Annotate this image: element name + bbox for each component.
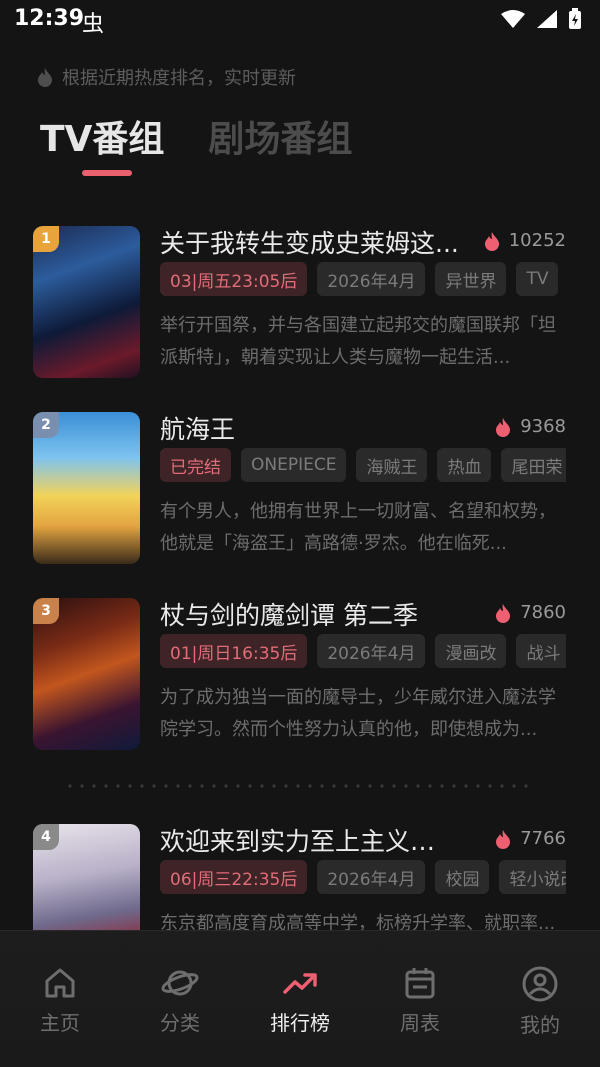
hint-text: 根据近期热度排名，实时更新: [62, 68, 296, 89]
tag: 校园: [435, 860, 490, 894]
rank-badge: 3: [33, 598, 59, 624]
anime-description: 举行开国祭，并与各国建立起邦交的魔国联邦「坦派斯特」，朝着实现让人类与魔物一起生…: [160, 315, 556, 368]
anime-description: 有个男人，他拥有世界上一切财富、名望和权势，他就是「海盗王」高路德·罗杰。他在临…: [160, 501, 556, 554]
tag: ONEPIECE: [241, 448, 347, 482]
heat-score: 10252: [483, 230, 566, 251]
nav-label: 排行榜: [270, 1011, 330, 1035]
status-badge: 01|周日16:35后: [160, 634, 308, 668]
tag: 异世界: [435, 262, 507, 296]
flame-icon: [484, 231, 499, 251]
nav-label: 主页: [40, 1011, 80, 1035]
status-bar: 12:39 虫: [0, 0, 600, 44]
tag: 轻小说改: [499, 860, 566, 894]
anime-cover[interactable]: 4: [33, 824, 140, 930]
status-badge: 06|周三22:35后: [160, 860, 308, 894]
anime-cover[interactable]: 2: [33, 412, 140, 564]
tab-tv[interactable]: TV番组: [40, 110, 164, 162]
heat-score: 7860: [494, 602, 566, 623]
flame-icon: [38, 68, 52, 87]
battery-icon: [569, 8, 581, 29]
tag-row: 06|周三22:35后 2026年4月 校园 轻小说改: [160, 860, 566, 894]
anime-title: 杖与剑的魔剑谭 第二季: [160, 601, 418, 630]
anime-cover[interactable]: 3: [33, 598, 140, 750]
tag: 2026年4月: [317, 860, 426, 894]
list-item[interactable]: 3 杖与剑的魔剑谭 第二季 7860 01|周日16:35后 2026年4月 漫…: [0, 592, 600, 752]
anime-title: 航海王: [160, 415, 236, 444]
trending-icon: [283, 973, 317, 994]
list-item[interactable]: 4 欢迎来到实力至上主义教室... 7766 06|周三22:35后 2026年…: [0, 818, 600, 930]
heat-value: 7766: [520, 828, 566, 849]
nav-ranking[interactable]: 排行榜: [240, 931, 360, 1067]
list-item[interactable]: 2 航海王 9368 已完结 ONEPIECE 海贼王 热血 尾田荣 有个男人，…: [0, 406, 600, 566]
tag: 海贼王: [356, 448, 428, 482]
category-tabs: TV番组 剧场番组: [40, 110, 352, 162]
tag: 2026年4月: [317, 634, 426, 668]
ranking-hint: 根据近期热度排名，实时更新: [36, 64, 296, 90]
status-badge: 03|周五23:05后: [160, 262, 308, 296]
anime-title: 欢迎来到实力至上主义教室...: [160, 827, 460, 856]
user-icon: [522, 966, 558, 1002]
tag: 战斗: [516, 634, 566, 668]
nav-label: 周表: [400, 1011, 440, 1035]
calendar-icon: [405, 968, 435, 999]
nav-label: 我的: [520, 1013, 560, 1037]
status-icons: [500, 8, 582, 30]
anime-cover[interactable]: 1: [33, 226, 140, 378]
home-icon: [45, 968, 75, 998]
heat-score: 9368: [494, 416, 566, 437]
rank-badge: 1: [33, 226, 59, 252]
bottom-navigation: 主页 分类 排行榜 周表 我的: [0, 930, 600, 1067]
flame-icon: [496, 829, 511, 849]
tag: 尾田荣: [501, 448, 566, 482]
tag: 漫画改: [435, 634, 507, 668]
signal-icon: [537, 10, 557, 28]
nav-schedule[interactable]: 周表: [360, 931, 480, 1067]
tag-row: 已完结 ONEPIECE 海贼王 热血 尾田荣: [160, 448, 566, 482]
active-tab-indicator: [82, 170, 132, 176]
anime-description: 为了成为独当一面的魔导士，少年威尔进入魔法学院学习。然而个性努力认真的他，即使想…: [160, 687, 556, 740]
status-time: 12:39: [14, 6, 85, 31]
status-badge: 已完结: [160, 448, 231, 482]
tab-theatre[interactable]: 剧场番组: [208, 110, 352, 162]
wifi-icon: [501, 10, 525, 28]
heat-score: 7766: [494, 828, 566, 849]
tag-row: 01|周日16:35后 2026年4月 漫画改 战斗: [160, 634, 566, 668]
rank-badge: 2: [33, 412, 59, 438]
tag: TV: [516, 262, 559, 296]
flame-icon: [496, 603, 511, 623]
tag-row: 03|周五23:05后 2026年4月 异世界 TV: [160, 262, 566, 296]
nav-label: 分类: [160, 1011, 200, 1035]
anime-description: 东京都高度育成高等中学，标榜升学率、就职率...: [160, 913, 556, 930]
nav-home[interactable]: 主页: [0, 931, 120, 1067]
tag: 热血: [437, 448, 492, 482]
debug-icon: 虫: [82, 12, 105, 37]
nav-category[interactable]: 分类: [120, 931, 240, 1067]
planet-icon: [161, 970, 199, 996]
section-divider: [64, 784, 534, 788]
nav-profile[interactable]: 我的: [480, 931, 600, 1067]
tag: 2026年4月: [317, 262, 426, 296]
flame-icon: [496, 417, 511, 437]
list-item[interactable]: 1 关于我转生变成史莱姆这... 10252 03|周五23:05后 2026年…: [0, 220, 600, 380]
rank-badge: 4: [33, 824, 59, 850]
heat-value: 9368: [520, 416, 566, 437]
heat-value: 10252: [508, 230, 566, 251]
heat-value: 7860: [520, 602, 566, 623]
anime-title: 关于我转生变成史莱姆这...: [160, 229, 459, 258]
